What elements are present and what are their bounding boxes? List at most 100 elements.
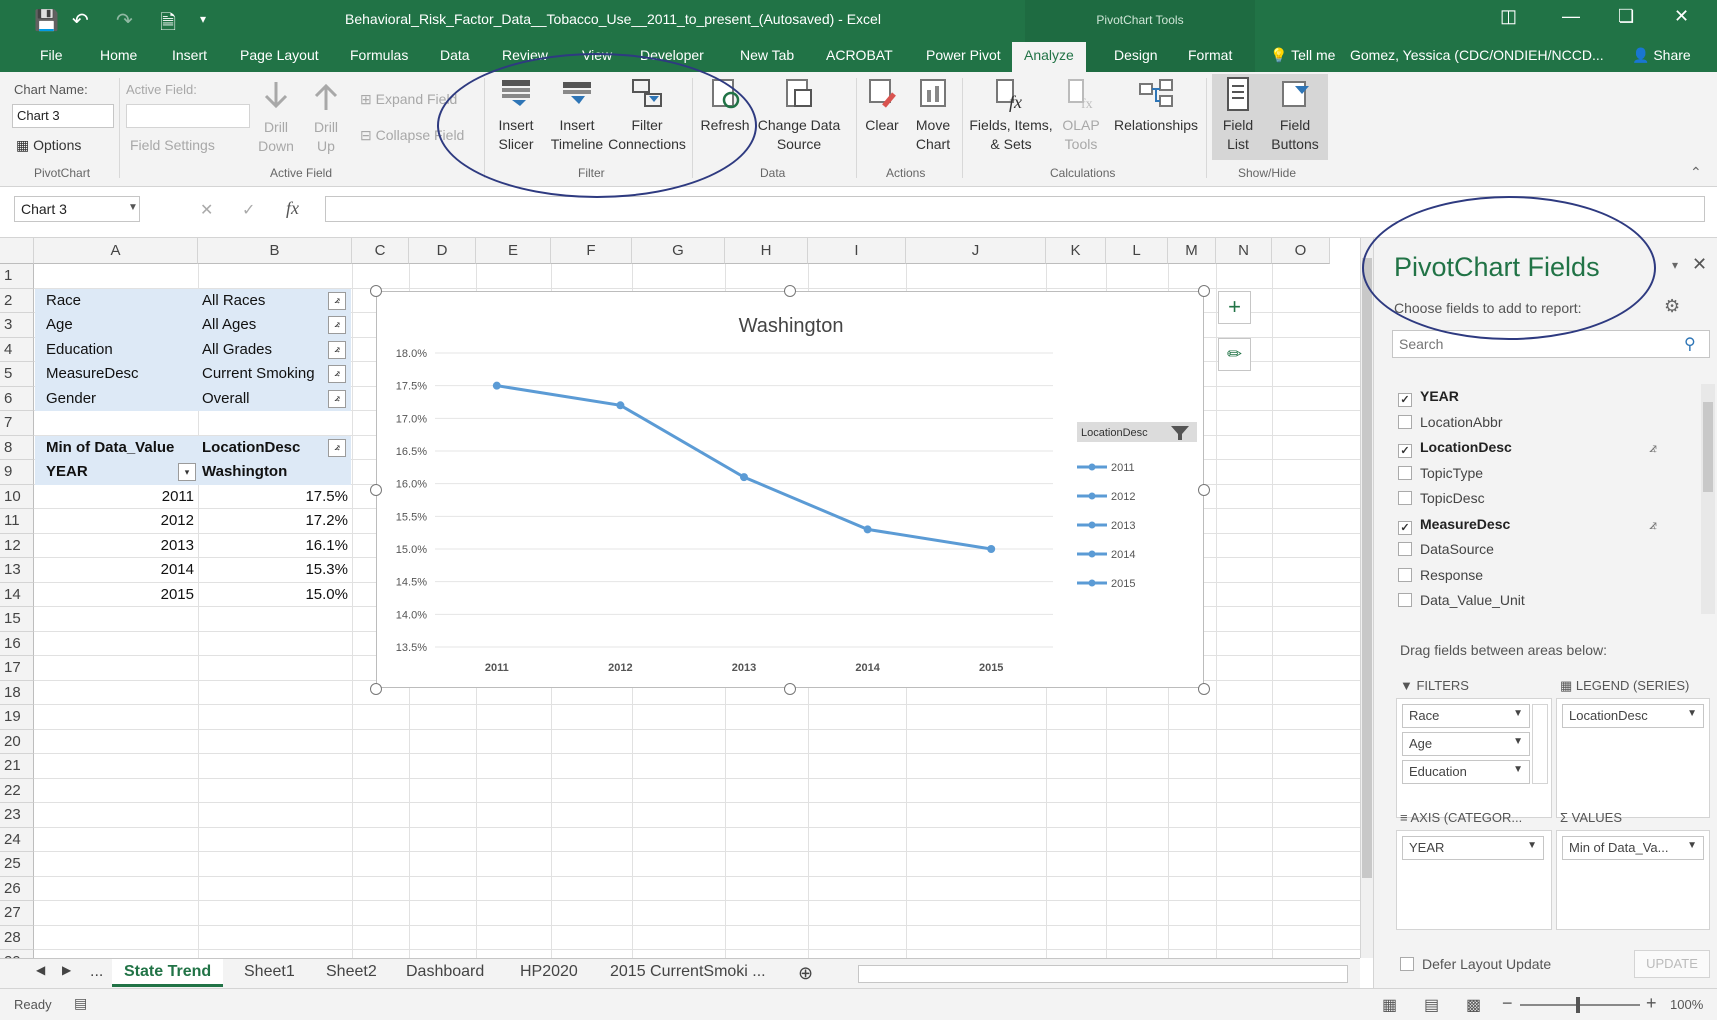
filter-dropdown-button[interactable]: ⦨ [328, 340, 346, 359]
row-field-dropdown-button[interactable]: ▾ [178, 463, 196, 481]
row-header-14[interactable]: 14 [0, 582, 34, 607]
row-header-5[interactable]: 5 [0, 362, 34, 387]
select-all-corner[interactable] [0, 238, 34, 264]
field-search-input[interactable] [1392, 330, 1710, 358]
field-buttons-button[interactable]: Field Buttons [1264, 76, 1326, 154]
row-header-29[interactable]: 29 [0, 950, 34, 958]
collapse-ribbon-icon[interactable]: ⌃ [1690, 164, 1702, 181]
column-header-j[interactable]: J [906, 238, 1046, 264]
column-header-c[interactable]: C [352, 238, 409, 264]
redo-icon[interactable]: ↷ [116, 8, 133, 33]
pill-dropdown-icon[interactable]: ▼ [1513, 764, 1523, 775]
column-header-o[interactable]: O [1272, 238, 1330, 264]
collapse-field-button[interactable]: ⊟ Collapse Field [360, 126, 464, 145]
name-box-dropdown-icon[interactable]: ▼ [128, 202, 138, 213]
insert-function-icon[interactable]: fx [286, 198, 299, 219]
field-checkbox[interactable] [1398, 414, 1412, 429]
filter-dropdown-button[interactable]: ⦨ [328, 365, 346, 383]
field-datasource[interactable]: DataSource [1398, 541, 1494, 557]
horizontal-scrollbar[interactable] [858, 965, 1348, 983]
column-header-g[interactable]: G [632, 238, 725, 264]
series-line[interactable] [496, 384, 992, 551]
pivot-chart[interactable]: Washington 18.0% 17.5% 17.0% 16.5% 16.0% 15.5%… [370, 285, 1210, 695]
column-header-f[interactable]: F [551, 238, 632, 264]
resize-handle[interactable] [784, 683, 796, 695]
resize-handle[interactable] [1198, 683, 1210, 695]
name-box[interactable]: Chart 3 [14, 196, 140, 222]
tab-format[interactable]: Format [1188, 47, 1232, 63]
resize-handle[interactable] [1198, 285, 1210, 297]
pill-dropdown-icon[interactable]: ▼ [1527, 840, 1537, 851]
resize-handle[interactable] [370, 683, 382, 695]
fields-items-sets-button[interactable]: fx Fields, Items, & Sets [966, 76, 1056, 154]
zoom-out-button[interactable]: − [1502, 993, 1513, 1014]
data-point[interactable] [863, 525, 872, 534]
tab-analyze[interactable]: Analyze [1012, 42, 1086, 72]
column-header-h[interactable]: H [725, 238, 808, 264]
new-file-icon[interactable]: 🗎 [160, 8, 176, 42]
pill-dropdown-icon[interactable]: ▼ [1513, 708, 1523, 719]
tab-home[interactable]: Home [100, 47, 137, 63]
settings-gear-icon[interactable]: ⚙ [1664, 296, 1680, 317]
qat-customize-icon[interactable]: ▾ [200, 12, 206, 26]
ribbon-display-icon[interactable]: ◫ [1500, 6, 1517, 27]
page-break-view-icon[interactable]: ▩ [1466, 995, 1481, 1015]
field-locationdesc[interactable]: ✓ LocationDesc [1398, 439, 1512, 458]
defer-checkbox-box[interactable] [1400, 957, 1414, 971]
row-header-25[interactable]: 25 [0, 852, 34, 877]
row-header-13[interactable]: 13 [0, 558, 34, 583]
row-header-3[interactable]: 3 [0, 313, 34, 338]
defer-layout-checkbox[interactable]: Defer Layout Update [1400, 956, 1551, 972]
row-header-1[interactable]: 1 [0, 264, 34, 289]
maximize-icon[interactable]: ❏ [1618, 6, 1634, 27]
tab-data[interactable]: Data [440, 47, 470, 63]
row-header-7[interactable]: 7 [0, 411, 34, 436]
row-header-9[interactable]: 9 [0, 460, 34, 485]
zoom-slider-thumb[interactable] [1576, 997, 1580, 1013]
tab-power-pivot[interactable]: Power Pivot [926, 47, 1001, 63]
page-layout-view-icon[interactable]: ▤ [1424, 995, 1439, 1015]
minimize-icon[interactable]: — [1562, 6, 1580, 27]
row-header-6[interactable]: 6 [0, 386, 34, 411]
field-topictype[interactable]: TopicType [1398, 465, 1483, 481]
field-checkbox[interactable] [1398, 542, 1412, 556]
chart-styles-button[interactable]: ✏ [1218, 338, 1251, 371]
expand-field-button[interactable]: ⊞ Expand Field [360, 90, 457, 109]
field-checkbox[interactable] [1398, 593, 1412, 607]
row-header-23[interactable]: 23 [0, 803, 34, 828]
field-checkbox[interactable]: ✓ [1398, 520, 1412, 535]
filters-scrollbar[interactable] [1532, 704, 1548, 784]
user-name[interactable]: Gomez, Yessica (CDC/ONDIEH/NCCD... [1350, 47, 1604, 63]
normal-view-icon[interactable]: ▦ [1382, 995, 1397, 1015]
column-header-i[interactable]: I [808, 238, 906, 264]
pane-options-dropdown-icon[interactable]: ▾ [1672, 258, 1678, 272]
row-header-21[interactable]: 21 [0, 754, 34, 779]
sheet-tab-5[interactable]: 2015 CurrentSmoki ... [610, 963, 766, 981]
formula-input[interactable] [325, 196, 1705, 222]
row-header-19[interactable]: 19 [0, 705, 34, 730]
tab-review[interactable]: Review [502, 47, 548, 63]
vertical-scroll-thumb[interactable] [1362, 258, 1372, 878]
field-data_value_unit[interactable]: Data_Value_Unit [1398, 592, 1525, 608]
filter-pill-race[interactable]: Race ▼ [1402, 704, 1530, 728]
data-point[interactable] [616, 401, 625, 410]
undo-icon[interactable]: ↶ [72, 8, 89, 33]
column-filter-button[interactable]: ⦨ [328, 438, 346, 457]
column-header-n[interactable]: N [1216, 238, 1272, 264]
chart-name-input[interactable]: Chart 3 [12, 104, 114, 128]
column-header-a[interactable]: A [34, 238, 198, 264]
pill-dropdown-icon[interactable]: ▼ [1513, 736, 1523, 747]
column-header-m[interactable]: M [1168, 238, 1216, 264]
row-header-2[interactable]: 2 [0, 288, 34, 313]
data-point[interactable] [987, 545, 996, 553]
row-header-8[interactable]: 8 [0, 435, 34, 460]
column-header-d[interactable]: D [409, 238, 476, 264]
row-header-28[interactable]: 28 [0, 925, 34, 950]
share-button[interactable]: 👤 Share [1632, 47, 1691, 64]
field-topicdesc[interactable]: TopicDesc [1398, 490, 1485, 506]
vertical-scrollbar[interactable] [1360, 238, 1373, 958]
field-filter-icon[interactable]: ⦨ [1649, 516, 1657, 533]
tab-file[interactable]: File [40, 47, 63, 63]
filter-dropdown-button[interactable]: ⦨ [328, 316, 346, 334]
pill-dropdown-icon[interactable]: ▼ [1687, 840, 1697, 851]
